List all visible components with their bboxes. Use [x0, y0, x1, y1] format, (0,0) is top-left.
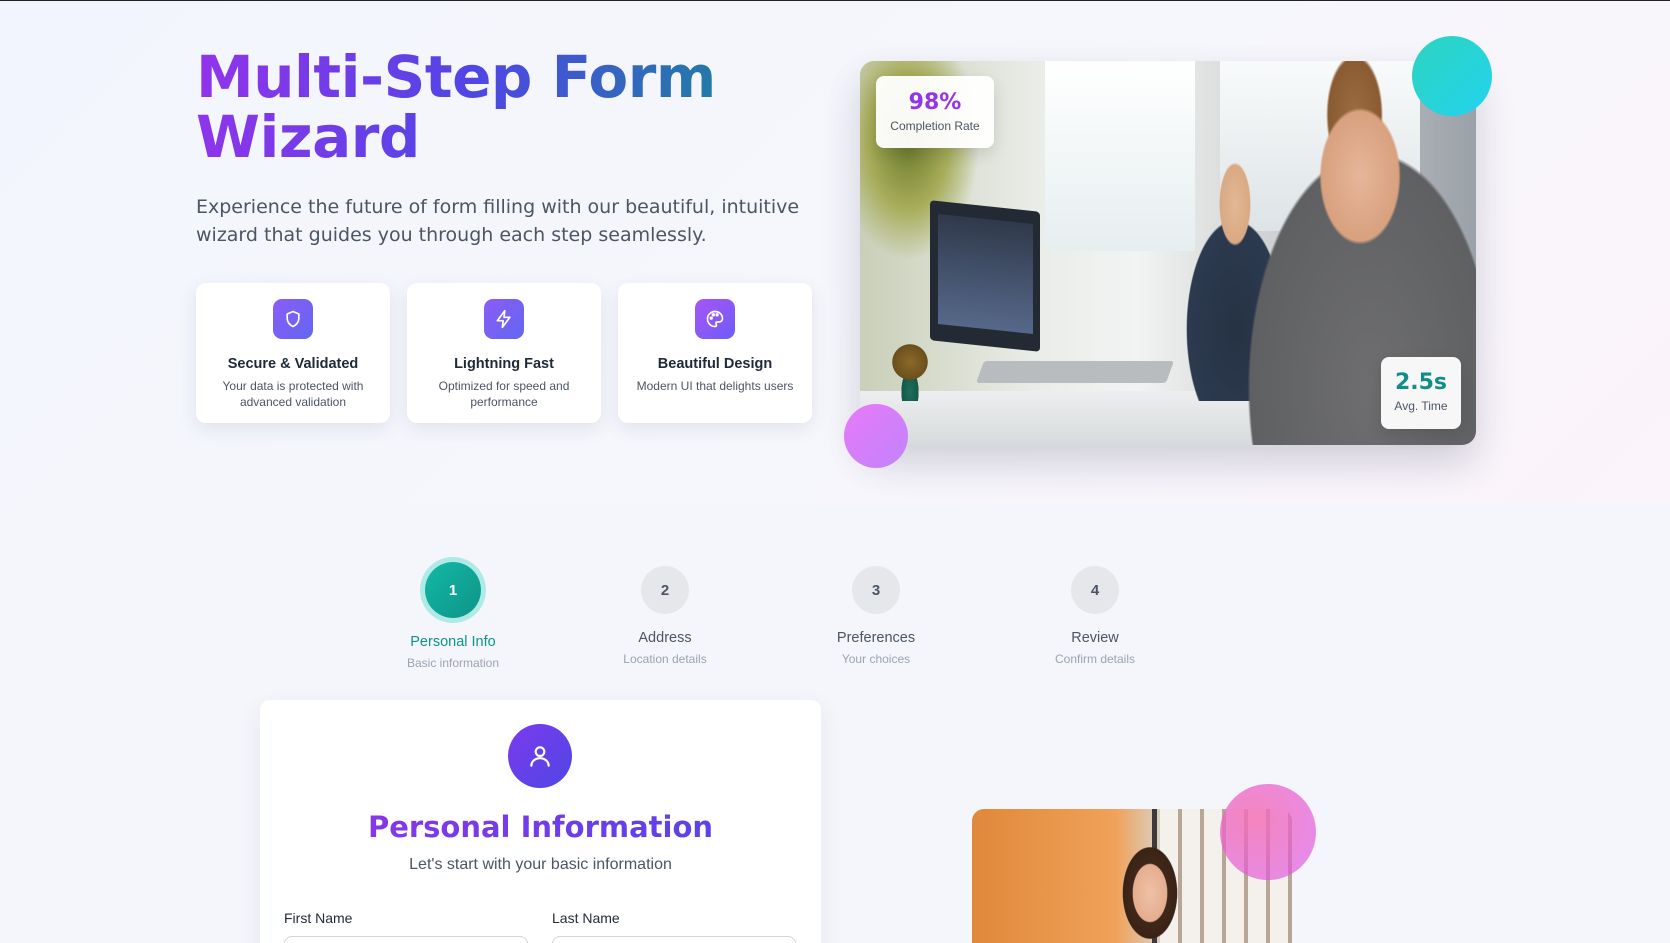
photo-person	[1100, 837, 1200, 943]
step-sublabel: Basic information	[406, 656, 500, 670]
feature-title: Secure & Validated	[227, 356, 359, 372]
step-preferences[interactable]: 3 Preferences Your choices	[786, 560, 966, 666]
hero-subtitle: Experience the future of form filling wi…	[196, 196, 800, 246]
feature-list: Secure & Validated Your data is protecte…	[196, 283, 812, 423]
first-name-label: First Name	[284, 910, 353, 926]
form-subtitle: Let's start with your basic information	[409, 856, 672, 873]
step-sublabel: Location details	[623, 652, 707, 666]
last-name-field[interactable]	[552, 936, 796, 943]
step-label: Address	[638, 630, 692, 646]
last-name-label: Last Name	[552, 910, 620, 926]
hero-title: Multi-Step Form Wizard	[196, 47, 816, 167]
feature-card-fast: Lightning Fast Optimized for speed and p…	[407, 283, 601, 423]
step-number: 3	[852, 566, 900, 614]
personal-info-form: Personal Information Let's start with yo…	[260, 700, 821, 943]
hero-section: Multi-Step Form Wizard Experience the fu…	[0, 1, 1670, 504]
step-number: 1	[425, 562, 481, 618]
feature-desc: Your data is protected with advanced val…	[222, 379, 364, 409]
stat-label: Completion Rate	[890, 119, 980, 133]
lightning-icon	[484, 299, 524, 339]
decorative-circle	[1412, 36, 1492, 116]
feature-card-design: Beautiful Design Modern UI that delights…	[618, 283, 812, 423]
decorative-circle	[1220, 784, 1316, 880]
step-progress: 1 Personal Info Basic information 2 Addr…	[0, 560, 1670, 670]
page: Multi-Step Form Wizard Experience the fu…	[0, 0, 1670, 943]
form-title: Personal Information	[260, 810, 821, 844]
shield-icon	[273, 299, 313, 339]
step-number: 4	[1071, 566, 1119, 614]
step-personal-info[interactable]: 1 Personal Info Basic information	[363, 560, 543, 670]
step-label: Personal Info	[410, 634, 496, 650]
photo-laptop	[975, 361, 1175, 383]
first-name-field[interactable]	[284, 936, 528, 943]
avg-time-badge: 2.5s Avg. Time	[1381, 357, 1461, 429]
step-review[interactable]: 4 Review Confirm details	[1005, 560, 1185, 666]
feature-title: Lightning Fast	[454, 356, 554, 372]
feature-desc: Optimized for speed and performance	[438, 379, 570, 409]
stat-value: 2.5s	[1394, 370, 1448, 395]
user-icon	[508, 724, 572, 788]
step-label: Preferences	[836, 630, 916, 646]
stat-label: Avg. Time	[1394, 399, 1448, 413]
feature-desc: Modern UI that delights users	[636, 379, 794, 393]
stat-value: 98%	[908, 90, 962, 115]
decorative-circle	[844, 404, 908, 468]
step-sublabel: Your choices	[841, 652, 911, 666]
feature-title: Beautiful Design	[657, 356, 773, 372]
photo-screen	[938, 214, 1033, 334]
step-address[interactable]: 2 Address Location details	[575, 560, 755, 666]
step-sublabel: Confirm details	[1054, 652, 1136, 666]
step-number: 2	[641, 566, 689, 614]
completion-rate-badge: 98% Completion Rate	[876, 76, 994, 148]
photo-figurine	[890, 341, 930, 401]
palette-icon	[695, 299, 735, 339]
feature-card-secure: Secure & Validated Your data is protecte…	[196, 283, 390, 423]
step-label: Review	[1071, 630, 1119, 646]
